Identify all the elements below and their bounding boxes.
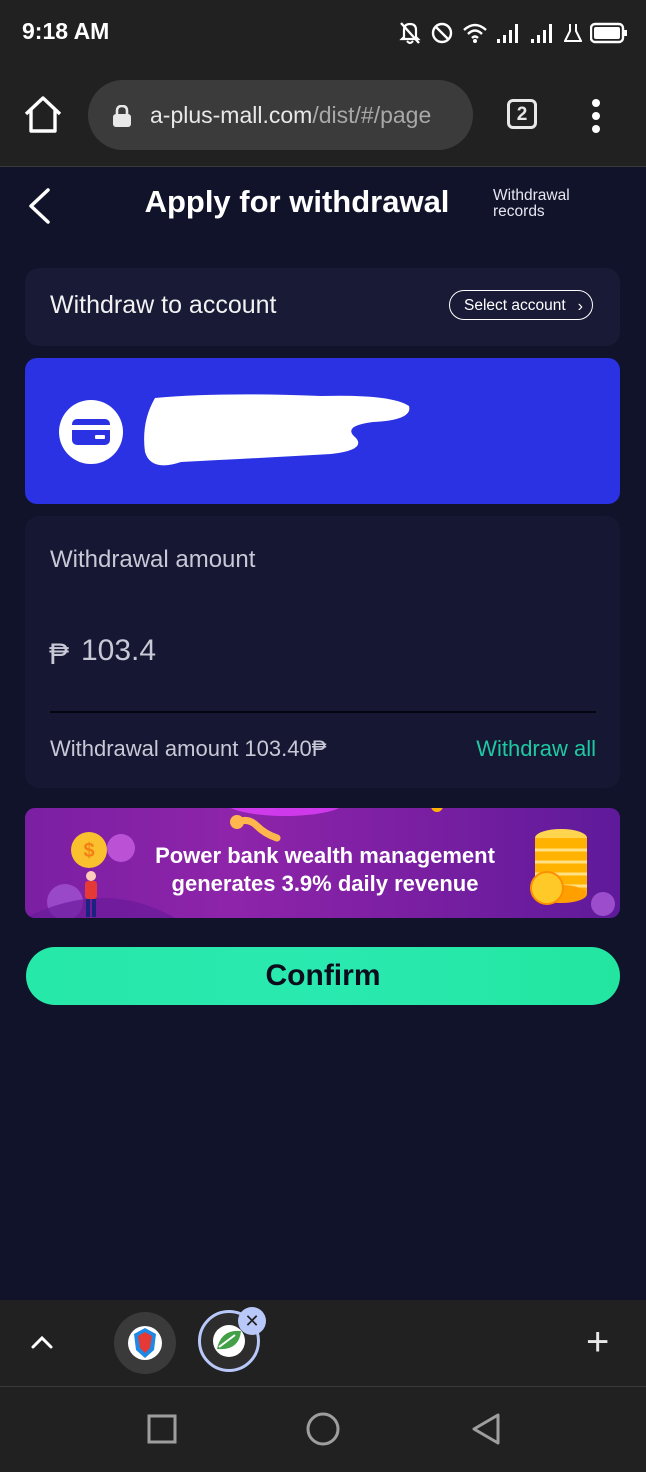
browser-toolbar: a-plus-mall.com/dist/#/page 2: [0, 66, 646, 167]
notifications-off-icon: [399, 22, 421, 44]
status-icons: [398, 18, 628, 48]
peso-currency-symbol: ₱: [49, 638, 70, 671]
status-bar: 9:18 AM: [0, 0, 646, 66]
battery-icon: [590, 22, 627, 44]
svg-text:$: $: [83, 840, 94, 862]
chevron-up-icon[interactable]: [30, 1328, 54, 1356]
url-path: /dist/#/page: [312, 102, 432, 128]
url-domain: a-plus-mall.com: [150, 102, 313, 128]
selected-bank-card[interactable]: [25, 358, 620, 504]
coin-stack-icon: [530, 829, 587, 905]
banner-line-1: Power bank wealth management: [155, 843, 495, 868]
chevron-right-icon: ›: [577, 298, 583, 315]
shield-favicon-icon: [128, 1326, 162, 1360]
home-icon[interactable]: [22, 94, 64, 136]
tab-switcher-button[interactable]: 2: [507, 99, 537, 129]
person-holding-coin-illustration: $: [71, 832, 107, 917]
withdraw-all-link[interactable]: Withdraw all: [476, 736, 596, 762]
recent-apps-icon[interactable]: [146, 1413, 178, 1445]
withdraw-to-account-card: Withdraw to account Select account ›: [25, 268, 620, 346]
home-circle-icon[interactable]: [305, 1411, 341, 1447]
status-time: 9:18 AM: [22, 18, 110, 44]
browser-tab-strip: ✕ +: [0, 1300, 646, 1387]
confirm-button[interactable]: Confirm: [26, 947, 620, 1005]
close-tab-icon[interactable]: ✕: [238, 1307, 266, 1335]
back-triangle-icon[interactable]: [470, 1412, 502, 1446]
redacted-account-info: [144, 394, 410, 466]
select-account-button[interactable]: Select account ›: [449, 290, 593, 320]
withdrawal-amount-card: Withdrawal amount ₱ Withdrawal amount 10…: [25, 516, 620, 788]
card-icon: [59, 400, 123, 464]
signal-1-icon: [497, 24, 518, 43]
new-tab-button[interactable]: +: [586, 1322, 609, 1362]
withdrawal-amount-input[interactable]: [81, 634, 381, 668]
withdraw-to-account-label: Withdraw to account: [50, 291, 277, 319]
system-navigation-bar: [0, 1387, 646, 1472]
do-not-disturb-icon: [431, 22, 453, 44]
promo-banner[interactable]: $ Power bank wealth management generates…: [25, 808, 620, 918]
amount-divider: [50, 711, 596, 713]
signal-2-icon: [531, 24, 552, 43]
address-bar[interactable]: a-plus-mall.com/dist/#/page: [88, 80, 473, 150]
wifi-icon: [463, 23, 487, 43]
available-amount-text: Withdrawal amount 103.40₱: [50, 736, 327, 761]
credit-card-icon: [72, 419, 110, 445]
more-menu-icon[interactable]: [590, 98, 602, 134]
banner-line-2: generates 3.9% daily revenue: [171, 871, 479, 896]
withdrawal-records-link[interactable]: Withdrawal records: [493, 188, 603, 220]
banner-text: Power bank wealth management generates 3…: [115, 842, 535, 898]
url-text: a-plus-mall.com/dist/#/page: [150, 102, 460, 129]
lab-flask-icon: [564, 24, 582, 42]
tab-thumbnail-1[interactable]: [114, 1312, 176, 1374]
lock-icon: [113, 105, 131, 127]
withdrawal-amount-label: Withdrawal amount: [50, 546, 256, 573]
select-account-label: Select account: [464, 297, 566, 314]
